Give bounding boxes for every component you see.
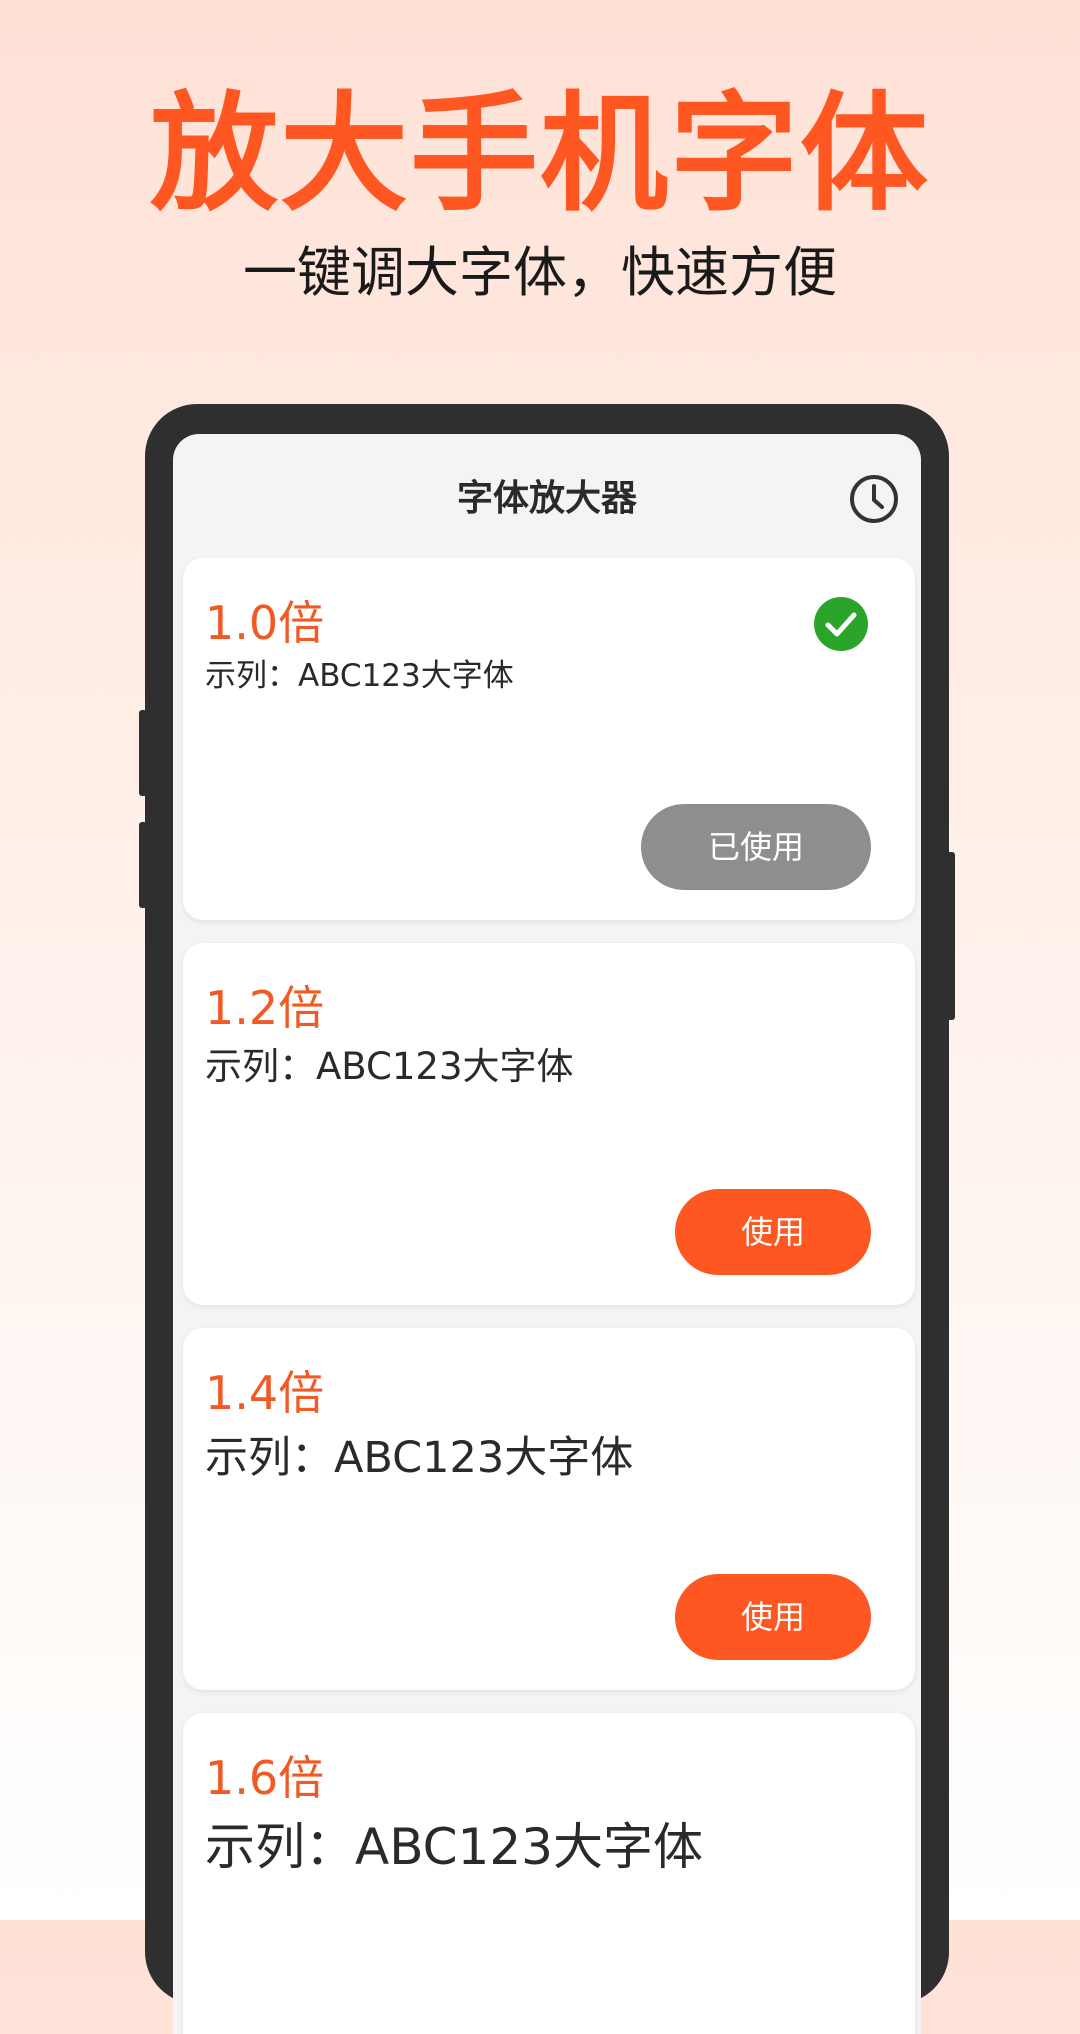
sample-text: 示列：ABC123大字体 xyxy=(205,1433,634,1483)
scale-card-1-2[interactable]: 1.2倍 示列：ABC123大字体 使用 xyxy=(183,943,915,1305)
scale-label: 1.6倍 xyxy=(205,1751,325,1805)
use-button[interactable]: 使用 xyxy=(675,1574,871,1660)
scale-label: 1.4倍 xyxy=(205,1366,325,1420)
promo-subheadline: 一键调大字体，快速方便 xyxy=(243,241,837,304)
clock-history-icon[interactable] xyxy=(849,474,899,524)
phone-frame: 字体放大器 1.0倍 示列：ABC123大字体 已使用 1.2倍 示列：ABC1… xyxy=(145,404,949,2034)
scale-label: 1.0倍 xyxy=(205,596,325,650)
scale-card-1-4[interactable]: 1.4倍 示列：ABC123大字体 使用 xyxy=(183,1328,915,1690)
sample-text: 示列：ABC123大字体 xyxy=(205,1818,703,1876)
promo-headline: 放大手机字体 xyxy=(149,80,930,229)
use-button[interactable]: 使用 xyxy=(675,1189,871,1275)
scale-card-1-0[interactable]: 1.0倍 示列：ABC123大字体 已使用 xyxy=(183,558,915,920)
check-circle-icon xyxy=(814,597,868,651)
app-title: 字体放大器 xyxy=(456,478,637,519)
app-screen: 字体放大器 1.0倍 示列：ABC123大字体 已使用 1.2倍 示列：ABC1… xyxy=(173,434,921,2034)
used-button[interactable]: 已使用 xyxy=(641,804,871,890)
scale-card-1-6[interactable]: 1.6倍 示列：ABC123大字体 xyxy=(183,1713,915,2034)
sample-text: 示列：ABC123大字体 xyxy=(205,1045,574,1088)
scale-label: 1.2倍 xyxy=(205,981,325,1035)
sample-text: 示列：ABC123大字体 xyxy=(205,658,514,694)
